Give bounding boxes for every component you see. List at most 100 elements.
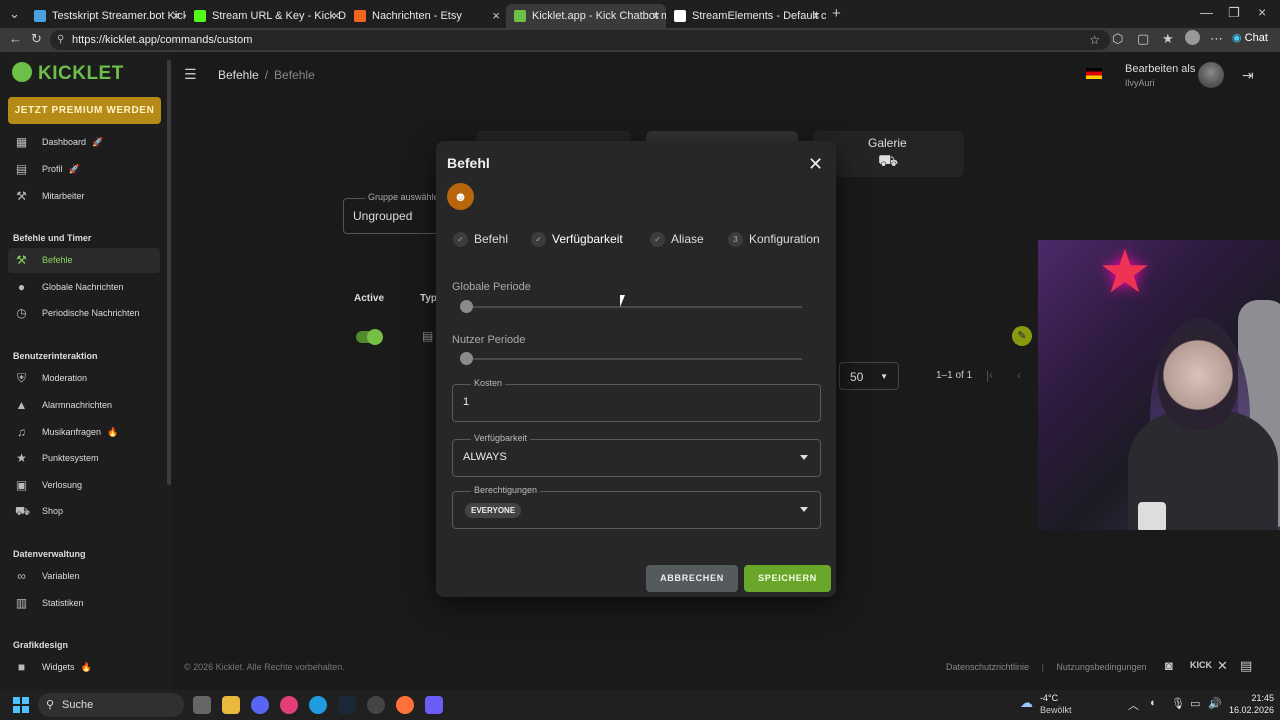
sidebar-item-moderation[interactable]: ⛨ Moderation bbox=[8, 366, 160, 391]
permission-chip[interactable]: EVERYONE bbox=[465, 503, 522, 518]
step-verfuegbarkeit[interactable]: ✓ Verfügbarkeit bbox=[531, 231, 623, 247]
breadcrumb-root[interactable]: Befehle bbox=[218, 68, 259, 82]
volume-icon[interactable]: 🔊 bbox=[1208, 697, 1222, 710]
sidebar-item-widgets[interactable]: ■ Widgets 🔥 bbox=[8, 655, 160, 680]
step-aliase[interactable]: ✓ Aliase bbox=[650, 231, 704, 247]
cancel-button[interactable]: ABBRECHEN bbox=[646, 565, 738, 592]
step-befehl[interactable]: ✓ Befehl bbox=[453, 231, 508, 247]
emoji-icon[interactable]: ☻ bbox=[447, 183, 474, 210]
weather-icon[interactable]: ☁ bbox=[1020, 695, 1033, 711]
sidebar-item-statistiken[interactable]: ▥ Statistiken bbox=[8, 591, 160, 616]
german-flag-icon[interactable] bbox=[1086, 68, 1102, 79]
discord-icon[interactable]: ◙ bbox=[1165, 658, 1173, 673]
logout-icon[interactable]: ⇥ bbox=[1242, 67, 1254, 84]
new-tab-icon[interactable]: + bbox=[832, 5, 841, 22]
reload-icon[interactable]: ↻ bbox=[31, 31, 42, 47]
network-icon[interactable]: ▭ bbox=[1190, 697, 1200, 710]
slider-thumb[interactable] bbox=[460, 352, 473, 365]
menu-toggle-icon[interactable]: ☰ bbox=[184, 66, 197, 83]
column-header-active[interactable]: Active bbox=[354, 293, 384, 304]
x-twitter-icon[interactable]: ✕ bbox=[1217, 658, 1228, 674]
column-header-type[interactable]: Typ bbox=[420, 293, 437, 304]
browser-tab[interactable]: Testskript Streamer.bot Kick × bbox=[26, 4, 186, 28]
sidebar-item-label: Dashboard bbox=[42, 137, 87, 147]
close-tab-icon[interactable]: × bbox=[652, 8, 660, 23]
close-tab-icon[interactable]: × bbox=[172, 8, 180, 23]
task-view-icon[interactable] bbox=[193, 696, 211, 714]
sidebar-item-mitarbeiter[interactable]: ⚒ Mitarbeiter bbox=[8, 184, 160, 209]
app-pin-icon[interactable] bbox=[280, 696, 298, 714]
browser-tab[interactable]: Nachrichten - Etsy × bbox=[346, 4, 506, 28]
sidebar-item-periodische-nachrichten[interactable]: ◷ Periodische Nachrichten bbox=[8, 301, 160, 326]
browser-tab-active[interactable]: Kicklet.app - Kick Chatbot mit × bbox=[506, 4, 666, 28]
sidebar-item-profil[interactable]: ▤ Profil 🚀 bbox=[8, 157, 160, 182]
save-button[interactable]: SPEICHERN bbox=[744, 565, 831, 592]
sidebar-item-alarmnachrichten[interactable]: ▲ Alarmnachrichten bbox=[8, 393, 160, 418]
global-period-slider[interactable] bbox=[460, 300, 802, 313]
alert-icon: ▲ bbox=[15, 398, 28, 412]
bookmark-star-icon[interactable]: ☆ bbox=[1089, 30, 1100, 50]
sidebar-item-befehle[interactable]: ⚒ Befehle bbox=[8, 248, 160, 273]
discord-taskbar-icon[interactable] bbox=[251, 696, 269, 714]
clock-time[interactable]: 21:45 bbox=[1246, 693, 1274, 703]
steam-icon[interactable] bbox=[338, 696, 356, 714]
copilot-chat-button[interactable]: ◉ Chat bbox=[1232, 31, 1268, 44]
sidebar-scrollbar[interactable] bbox=[167, 60, 171, 485]
maximize-icon[interactable]: ❐ bbox=[1228, 5, 1240, 21]
more-menu-icon[interactable]: ⋯ bbox=[1210, 31, 1223, 47]
close-tab-icon[interactable]: × bbox=[492, 8, 500, 23]
chevron-down-icon: ▼ bbox=[880, 372, 888, 381]
obs-icon[interactable] bbox=[367, 696, 385, 714]
close-tab-icon[interactable]: × bbox=[812, 8, 820, 23]
file-explorer-icon[interactable] bbox=[222, 696, 240, 714]
edge-icon[interactable] bbox=[309, 696, 327, 714]
tab-list-icon[interactable]: ⌄ bbox=[9, 6, 20, 22]
favorites-icon[interactable]: ★ bbox=[1162, 31, 1174, 47]
microphone-icon[interactable]: 🎙 bbox=[1171, 697, 1185, 710]
kick-icon[interactable]: KICK bbox=[1190, 660, 1212, 670]
step-konfiguration[interactable]: 3 Konfiguration bbox=[728, 231, 820, 247]
sidebar-item-verlosung[interactable]: ▣ Verlosung bbox=[8, 473, 160, 498]
split-view-icon[interactable]: ▢ bbox=[1137, 31, 1149, 47]
tray-chevron-icon[interactable]: ︿ bbox=[1128, 697, 1139, 713]
premium-button[interactable]: JETZT PREMIUM WERDEN bbox=[8, 97, 161, 124]
site-info-icon[interactable]: ⚲ bbox=[57, 30, 64, 50]
streamerbot-icon[interactable] bbox=[425, 696, 443, 714]
logo[interactable]: KICKLET bbox=[12, 62, 124, 85]
sidebar-item-musikanfragen[interactable]: ♫ Musikanfragen 🔥 bbox=[8, 420, 160, 445]
availability-select[interactable]: Verfügbarkeit ALWAYS bbox=[452, 433, 821, 477]
tray-app-icon[interactable]: ◐ bbox=[1150, 697, 1157, 709]
terms-link[interactable]: Nutzungsbedingungen bbox=[1056, 662, 1146, 672]
sidebar-item-shop[interactable]: ⛟ Shop bbox=[8, 499, 160, 524]
first-page-icon[interactable]: |‹ bbox=[986, 368, 993, 382]
permissions-select[interactable]: Berechtigungen EVERYONE bbox=[452, 485, 821, 529]
windows-start-icon[interactable] bbox=[13, 697, 29, 713]
close-tab-icon[interactable]: × bbox=[332, 8, 340, 23]
firefox-icon[interactable] bbox=[396, 696, 414, 714]
sidebar-item-globale-nachrichten[interactable]: ● Globale Nachrichten bbox=[8, 275, 160, 300]
minimize-icon[interactable]: — bbox=[1200, 5, 1213, 20]
edit-command-button[interactable]: ✎ bbox=[1012, 326, 1032, 346]
slider-thumb[interactable] bbox=[460, 300, 473, 313]
avatar[interactable] bbox=[1198, 62, 1224, 88]
extension-icon[interactable]: ⬡ bbox=[1112, 31, 1123, 47]
cost-field[interactable]: Kosten 1 bbox=[452, 378, 821, 422]
taskbar-search[interactable]: ⚲ Suche bbox=[38, 693, 184, 717]
sidebar-item-dashboard[interactable]: ▦ Dashboard 🚀 bbox=[8, 130, 160, 155]
close-icon[interactable]: ✕ bbox=[808, 155, 823, 173]
browser-tab[interactable]: StreamElements - Default comma × bbox=[666, 4, 826, 28]
close-window-icon[interactable]: × bbox=[1258, 4, 1266, 20]
privacy-link[interactable]: Datenschutzrichtlinie bbox=[946, 662, 1029, 672]
docs-icon[interactable]: ▤ bbox=[1240, 658, 1252, 674]
sidebar-item-variablen[interactable]: ∞ Variablen bbox=[8, 564, 160, 589]
rows-per-page-select[interactable]: 50 ▼ bbox=[839, 362, 899, 390]
user-period-slider[interactable] bbox=[460, 352, 802, 365]
profile-avatar-icon[interactable] bbox=[1185, 30, 1200, 45]
previous-page-icon[interactable]: ‹ bbox=[1017, 368, 1021, 382]
browser-tab[interactable]: Stream URL & Key - Kick Dashboa × bbox=[186, 4, 346, 28]
clock-date[interactable]: 16.02.2026 bbox=[1226, 705, 1274, 715]
active-toggle[interactable] bbox=[356, 329, 383, 345]
back-icon[interactable]: ← bbox=[9, 31, 22, 46]
sidebar-item-punktesystem[interactable]: ★ Punktesystem bbox=[8, 446, 160, 471]
url-input[interactable]: ⚲ https://kicklet.app/commands/custom ☆ bbox=[50, 30, 1110, 50]
